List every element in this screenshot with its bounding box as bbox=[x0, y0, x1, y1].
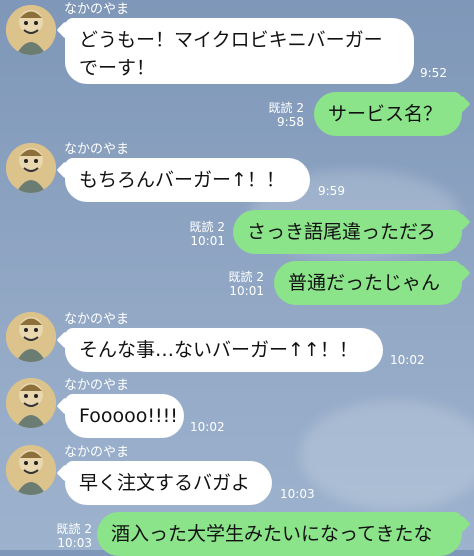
message-time: 10:01 bbox=[229, 284, 264, 298]
sender-name: なかのやま bbox=[64, 142, 130, 157]
message-bubble[interactable]: 酒入った大学生みたいになってきたな bbox=[97, 512, 462, 556]
sender-avatar[interactable] bbox=[6, 312, 56, 362]
sender-name: なかのやま bbox=[64, 2, 130, 17]
avatar-icon bbox=[6, 312, 56, 362]
message-time: 9:52 bbox=[420, 66, 447, 80]
message-bubble[interactable]: Fooooo!!!! bbox=[65, 394, 184, 438]
background-cloud bbox=[300, 400, 474, 510]
chat-view: なかのやま どうもー！マイクロビキニバーガー でーす！ 9:52 既読 2 9:… bbox=[0, 0, 474, 556]
message-bubble[interactable]: そんな事…ないバーガー↑↑！！ bbox=[65, 328, 383, 372]
message-bubble[interactable]: 早く注文するバガよ bbox=[65, 461, 272, 505]
message-text: 酒入った大学生みたいになってきたな bbox=[111, 523, 433, 545]
sender-name: なかのやま bbox=[64, 378, 130, 393]
message-bubble[interactable]: さっき語尾違っただろ bbox=[233, 210, 462, 254]
message-bubble[interactable]: どうもー！マイクロビキニバーガー でーす！ bbox=[65, 18, 414, 84]
message-bubble[interactable]: 普通だったじゃん bbox=[274, 261, 462, 305]
message-time: 9:59 bbox=[318, 184, 345, 198]
message-text: 早く注文するバガよ bbox=[79, 472, 251, 494]
message-text: そんな事…ないバーガー↑↑！！ bbox=[79, 339, 358, 361]
message-meta: 既読 2 9:58 bbox=[260, 101, 304, 129]
avatar-icon bbox=[6, 5, 56, 55]
message-time: 10:01 bbox=[190, 234, 225, 248]
message-text: サービス名？ bbox=[328, 103, 443, 125]
message-time: 10:02 bbox=[190, 420, 225, 434]
message-bubble[interactable]: もちろんバーガー↑！！ bbox=[65, 158, 310, 202]
message-time: 10:02 bbox=[390, 353, 425, 367]
message-line: どうもー！マイクロビキニバーガー bbox=[79, 29, 383, 51]
message-meta: 既読 2 10:01 bbox=[220, 270, 264, 298]
sender-avatar[interactable] bbox=[6, 143, 56, 193]
read-status: 既読 2 bbox=[56, 522, 92, 536]
message-time: 10:03 bbox=[57, 536, 92, 550]
sender-name: なかのやま bbox=[64, 312, 130, 327]
sender-avatar[interactable] bbox=[6, 5, 56, 55]
message-time: 9:58 bbox=[277, 115, 304, 129]
message-text: Fooooo!!!! bbox=[79, 405, 178, 427]
sender-avatar[interactable] bbox=[6, 378, 56, 428]
read-status: 既読 2 bbox=[189, 220, 225, 234]
read-status: 既読 2 bbox=[268, 101, 304, 115]
message-text: さっき語尾違っただろ bbox=[247, 221, 436, 243]
avatar-icon bbox=[6, 445, 56, 495]
avatar-icon bbox=[6, 378, 56, 428]
avatar-icon bbox=[6, 143, 56, 193]
sender-name: なかのやま bbox=[64, 445, 130, 460]
message-meta: 既読 2 10:01 bbox=[181, 220, 225, 248]
read-status: 既読 2 bbox=[228, 270, 264, 284]
message-bubble[interactable]: サービス名？ bbox=[314, 92, 462, 136]
message-text: もちろんバーガー↑！！ bbox=[79, 169, 285, 191]
message-line: でーす！ bbox=[79, 57, 156, 79]
message-time: 10:03 bbox=[280, 487, 315, 501]
sender-avatar[interactable] bbox=[6, 445, 56, 495]
message-meta: 既読 2 10:03 bbox=[48, 522, 92, 550]
message-text: 普通だったじゃん bbox=[288, 272, 441, 294]
